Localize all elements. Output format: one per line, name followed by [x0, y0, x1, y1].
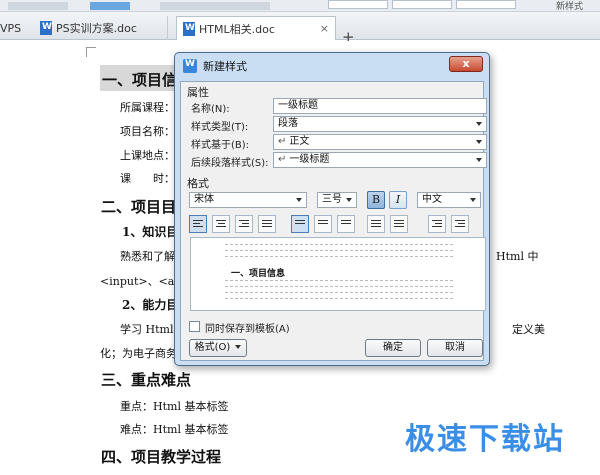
- paragraph-spacing-icon: [371, 220, 381, 229]
- preview-placeholder-line: [225, 292, 453, 295]
- preview-placeholder-line: [225, 244, 453, 247]
- tab-wps[interactable]: VPS: [0, 16, 22, 40]
- new-style-toolbar-label[interactable]: 新样式: [556, 0, 583, 11]
- align-left-icon: [193, 220, 203, 229]
- line-spacing-double-button[interactable]: [337, 215, 355, 233]
- key-point-line: 重点：Html 基本标签: [120, 400, 229, 413]
- word-doc-icon: [183, 21, 195, 36]
- toolbar-strip: 新样式: [0, 0, 600, 12]
- paragraph-mark-icon: ↵: [278, 154, 287, 165]
- style-preview: 一、项目信息: [190, 237, 486, 311]
- based-on-select[interactable]: ↵ 正文: [273, 134, 487, 150]
- tab-html-doc-label: HTML相关.doc: [199, 22, 275, 36]
- site-watermark: 极速下载站: [405, 422, 565, 457]
- preview-heading: 一、项目信息: [231, 269, 286, 279]
- line-spacing-single-button[interactable]: [291, 215, 309, 233]
- font-select[interactable]: 宋体: [189, 192, 307, 208]
- tab-ps-doc[interactable]: PS实训方案.doc: [28, 16, 168, 40]
- style-type-label: 样式类型(T):: [191, 122, 249, 133]
- tab-html-doc[interactable]: HTML相关.doc ×: [176, 16, 336, 40]
- margin-corner-mark: [86, 47, 96, 57]
- align-center-icon: [216, 220, 226, 229]
- following-style-select[interactable]: ↵ 一级标题: [273, 152, 487, 168]
- heading-teaching-process: 四、项目教学过程: [101, 448, 222, 466]
- toolbar-color-icon[interactable]: [90, 2, 130, 10]
- cancel-button[interactable]: 取消: [427, 339, 483, 357]
- style-box-3[interactable]: [456, 0, 516, 9]
- word-doc-icon: [40, 21, 52, 35]
- based-on-value: 正文: [289, 136, 310, 147]
- style-name-input[interactable]: 一级标题: [273, 98, 487, 114]
- line-spacing-icon: [341, 220, 351, 229]
- difficulty-line: 难点：Html 基本标签: [120, 423, 229, 436]
- project-name-line: 项目名称：: [120, 125, 175, 138]
- tab-close-icon[interactable]: ×: [320, 22, 329, 35]
- language-select[interactable]: 中文: [417, 192, 481, 208]
- document-tab-bar: VPS PS实训方案.doc HTML相关.doc × +: [0, 12, 600, 46]
- dialog-body: 属性 名称(N): 一级标题 样式类型(T): 段落 样式基于(B): ↵ 正文 …: [180, 81, 487, 361]
- save-to-template-label: 同时保存到模板(A): [205, 324, 290, 335]
- bold-button[interactable]: B: [367, 191, 385, 209]
- increase-indent-button[interactable]: [451, 215, 469, 233]
- ok-button[interactable]: 确定: [365, 339, 421, 357]
- outdent-icon: [432, 220, 442, 229]
- align-center-button[interactable]: [212, 215, 230, 233]
- justify-icon: [262, 220, 272, 229]
- indent-icon: [455, 220, 465, 229]
- heading-project-goals: 二、项目目: [101, 198, 177, 216]
- paragraph-1-start: 熟悉和了解: [120, 250, 175, 263]
- paragraph-1-end: Html 中: [496, 250, 539, 263]
- line-spacing-1-5-button[interactable]: [314, 215, 332, 233]
- save-to-template-checkbox[interactable]: [189, 321, 200, 332]
- style-box-1[interactable]: [328, 0, 388, 9]
- toolbar-icon-group[interactable]: [8, 2, 68, 10]
- toolbar-paragraph-icons[interactable]: [160, 2, 270, 10]
- course-line: 所属课程：: [120, 101, 175, 114]
- preview-placeholder-line: [225, 298, 453, 301]
- format-menu-button[interactable]: 格式(O): [189, 339, 247, 357]
- font-size-select[interactable]: 三号: [317, 192, 357, 208]
- time-line: 课 时：: [120, 172, 175, 185]
- paragraph-spacing-icon: [394, 220, 404, 229]
- dialog-title: 新建样式: [203, 60, 247, 73]
- preview-placeholder-line: [225, 280, 453, 283]
- line-spacing-icon: [295, 220, 305, 229]
- dialog-close-button[interactable]: x: [449, 56, 483, 72]
- properties-section-label: 属性: [187, 86, 209, 99]
- based-on-label: 样式基于(B):: [191, 140, 250, 151]
- paragraph-mark-icon: ↵: [278, 136, 287, 147]
- italic-button[interactable]: I: [389, 191, 407, 209]
- paragraph-3-end: 定义美: [512, 323, 545, 336]
- line-spacing-icon: [318, 220, 328, 229]
- preview-placeholder-line: [225, 250, 453, 253]
- tab-wps-label: VPS: [0, 21, 22, 35]
- space-before-button[interactable]: [367, 215, 385, 233]
- align-right-button[interactable]: [235, 215, 253, 233]
- format-button-label: 格式(O): [194, 342, 231, 353]
- space-after-button[interactable]: [390, 215, 408, 233]
- dialog-titlebar[interactable]: 新建样式: [175, 53, 489, 79]
- align-right-icon: [239, 220, 249, 229]
- following-style-value: 一级标题: [289, 154, 330, 165]
- location-line: 上课地点：: [120, 149, 175, 162]
- preview-placeholder-line: [225, 286, 453, 289]
- name-label: 名称(N):: [191, 104, 230, 115]
- justify-button[interactable]: [258, 215, 276, 233]
- decrease-indent-button[interactable]: [428, 215, 446, 233]
- align-left-button[interactable]: [189, 215, 207, 233]
- wps-app-icon: [183, 59, 197, 73]
- paragraph-4: 化；为电子商务: [100, 347, 177, 360]
- style-type-select[interactable]: 段落: [273, 116, 487, 132]
- tab-ps-doc-label: PS实训方案.doc: [56, 22, 137, 35]
- new-style-dialog: 新建样式 x 属性 名称(N): 一级标题 样式类型(T): 段落 样式基于(B…: [174, 52, 490, 366]
- format-section-label: 格式: [187, 177, 209, 190]
- heading-key-points: 三、重点难点: [101, 371, 192, 389]
- following-style-label: 后续段落样式(S):: [191, 158, 269, 169]
- style-box-2[interactable]: [392, 0, 452, 9]
- preview-placeholder-line: [225, 256, 453, 259]
